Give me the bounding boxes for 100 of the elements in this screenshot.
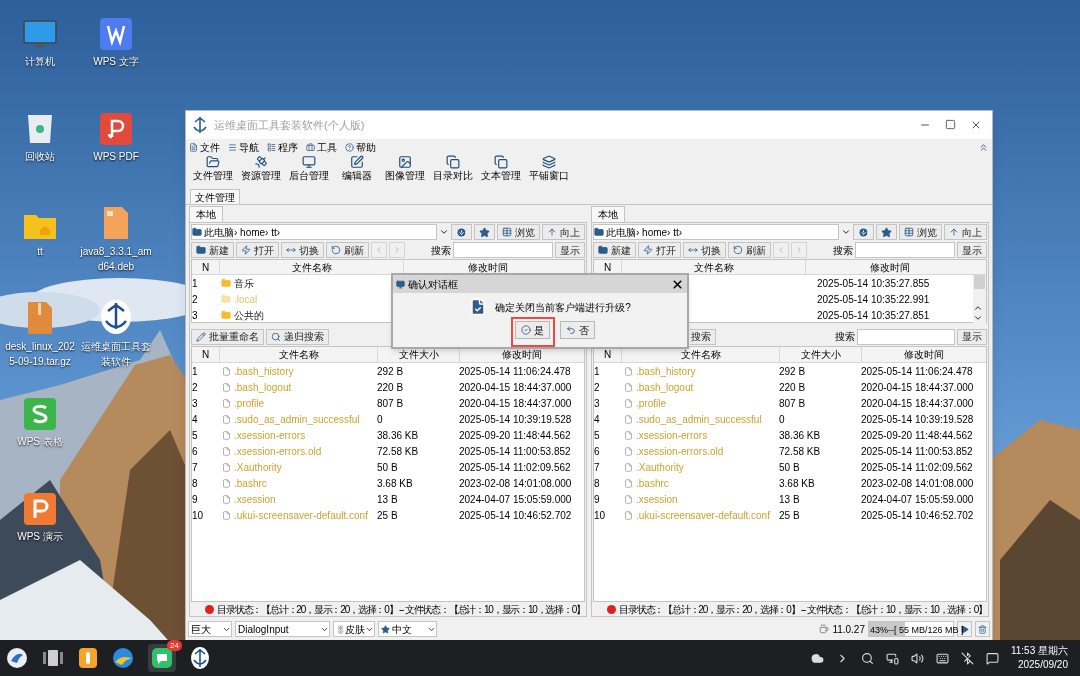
clock-date[interactable]: 2025/09/20	[1017, 658, 1068, 672]
start-icon[interactable]	[6, 647, 28, 669]
panel-tab[interactable]: 本地	[189, 206, 223, 222]
dialog-icon	[396, 279, 405, 289]
modified-time: 2024-04-07 15:05:59.000	[459, 493, 572, 505]
language-select[interactable]: 中文	[378, 621, 437, 637]
row-number: 5	[192, 429, 198, 441]
desktop-icon-label[interactable]: WPS PDF	[79, 149, 153, 164]
font-select[interactable]: DialogInput	[235, 621, 330, 637]
toolbar-button[interactable]: 编辑器	[334, 155, 380, 183]
no-button[interactable]: 否	[560, 321, 595, 339]
toolbar-button[interactable]: 资源管理	[238, 155, 284, 183]
recursive-search-button[interactable]: 递归搜索	[266, 328, 329, 345]
action-button[interactable]: 新建	[593, 242, 636, 258]
dropdown-icon[interactable]	[439, 227, 449, 237]
menu-item[interactable]: 程序	[267, 139, 298, 155]
volume-icon[interactable]	[910, 651, 924, 665]
close-icon[interactable]	[970, 119, 982, 131]
clock-time[interactable]: 11:53 星期六	[1010, 644, 1068, 658]
app-logo-icon[interactable]	[190, 646, 210, 670]
row-number: 10	[594, 509, 606, 521]
row-number: 3	[192, 309, 198, 321]
toolbar-button[interactable]: 后台管理	[286, 155, 332, 183]
collapse-icon[interactable]	[978, 141, 989, 153]
file-icon	[624, 478, 633, 488]
action-button[interactable]: 刷新	[326, 242, 369, 258]
play-button[interactable]	[957, 621, 972, 637]
size-select[interactable]: 巨大	[188, 621, 232, 637]
modified-time: 2020-04-15 18:44:37.000	[459, 381, 572, 393]
favorite-button[interactable]	[876, 224, 897, 240]
download-button[interactable]	[451, 224, 472, 240]
search-icon	[271, 331, 281, 342]
toolbar-button[interactable]: 目录对比	[430, 155, 476, 183]
yes-button[interactable]: 是	[515, 321, 550, 339]
column-header: 文件大小	[779, 347, 861, 362]
up-button[interactable]: 向上	[542, 224, 585, 240]
bluetooth-off-icon[interactable]	[960, 651, 974, 665]
desktop-icon-label[interactable]: tt	[3, 244, 77, 259]
dialog-message: 确定关闭当前客户端进行升级?	[495, 300, 631, 315]
download-button[interactable]	[853, 224, 874, 240]
modified-time: 2025-05-14 11:00:53.852	[459, 445, 571, 457]
row-number: 10	[192, 509, 204, 521]
action-button[interactable]: 切换	[281, 242, 324, 258]
keyboard-icon[interactable]	[935, 651, 949, 665]
menu-item[interactable]: 帮助	[345, 139, 376, 155]
app-icon[interactable]	[78, 647, 98, 669]
desktop-icon-label[interactable]: 计算机	[3, 54, 77, 69]
desktop-icon-label[interactable]: WPS 文字	[79, 54, 153, 69]
menu-item[interactable]: 导航	[228, 139, 259, 155]
desktop-icon-label[interactable]: java8_3.3.1_amd64.deb	[79, 244, 153, 274]
favorite-button[interactable]	[474, 224, 495, 240]
rename-button[interactable]: 批量重命名	[191, 328, 264, 345]
path-field[interactable]: 此电脑› home› tt›	[593, 224, 839, 240]
panel-tab[interactable]: 本地	[591, 206, 625, 222]
action-button[interactable]: 新建	[191, 242, 234, 258]
briefcase-icon	[306, 142, 315, 152]
search-icon[interactable]	[860, 651, 874, 665]
browse-button[interactable]: 浏览	[899, 224, 942, 240]
browse-button[interactable]: 浏览	[497, 224, 540, 240]
spreadsheet-icon	[24, 398, 56, 430]
notification-icon[interactable]	[985, 651, 999, 665]
theme-select[interactable]: 皮肤	[333, 621, 375, 637]
search-field[interactable]	[453, 242, 553, 258]
path-field[interactable]: 此电脑› home› tt›	[191, 224, 437, 240]
desktop-icon-label[interactable]: WPS 演示	[3, 529, 77, 544]
toolbar-button[interactable]: 文本管理	[478, 155, 524, 183]
action-button[interactable]: 打开	[236, 242, 279, 258]
show-button[interactable]: 显示	[957, 242, 987, 258]
copy-icon	[494, 155, 508, 169]
menu-item[interactable]: 工具	[306, 139, 337, 155]
close-icon[interactable]	[671, 277, 684, 291]
scrollbar[interactable]	[973, 275, 986, 323]
devices-icon[interactable]	[885, 651, 899, 665]
show-button[interactable]: 显示	[555, 242, 585, 258]
scroll-up-icon[interactable]	[973, 303, 983, 313]
status-text: 目录状态：【总计：20，显示：20，选择：0】 -- 文件状态：【总计：10，显示：10，选择：0】	[217, 602, 585, 617]
browser-icon[interactable]	[112, 647, 134, 669]
menu-item[interactable]: 文件	[189, 139, 220, 155]
action-button[interactable]: 切换	[683, 242, 726, 258]
search-field[interactable]	[855, 242, 955, 258]
recursive-search-button[interactable]: 搜索	[690, 328, 716, 345]
show-button[interactable]: 显示	[957, 328, 987, 345]
desktop-icon-label[interactable]: 回收站	[3, 149, 77, 164]
chat-icon[interactable]	[151, 647, 173, 669]
toolbar-button[interactable]: 平铺窗口	[526, 155, 572, 183]
toolbar-button[interactable]: 文件管理	[190, 155, 236, 183]
up-button[interactable]: 向上	[944, 224, 987, 240]
search-field[interactable]	[857, 328, 955, 345]
scroll-down-icon[interactable]	[973, 313, 983, 323]
multitask-icon[interactable]	[42, 649, 64, 667]
action-button[interactable]: 打开	[638, 242, 681, 258]
row-number: 5	[594, 429, 600, 441]
folder-name[interactable]: 音乐	[234, 275, 254, 291]
toolbar-button[interactable]: 图像管理	[382, 155, 428, 183]
action-button[interactable]: 刷新	[728, 242, 771, 258]
maximize-icon[interactable]	[945, 119, 956, 130]
dropdown-icon[interactable]	[841, 227, 851, 237]
main-tab[interactable]: 文件管理	[190, 189, 240, 204]
folder-name[interactable]: 公共的	[234, 307, 264, 323]
cloud-icon[interactable]	[810, 651, 824, 665]
